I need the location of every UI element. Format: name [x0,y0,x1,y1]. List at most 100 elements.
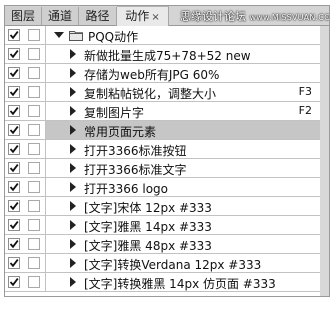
checkmark-icon [9,221,19,230]
action-main[interactable]: 常用页面元素 [45,121,321,139]
checkmark-icon [9,278,19,287]
toggle-item-checkbox[interactable] [8,162,20,174]
checkmark-icon [9,69,19,78]
checkmark-icon [9,107,19,116]
expand-triangle-icon[interactable] [70,49,76,59]
action-main[interactable]: 复制粘帖锐化，调整大小 F3 [45,83,321,101]
action-row[interactable]: 常用页面元素 [5,121,321,140]
action-row[interactable]: 存储为web所有JPG 60% [5,64,321,83]
toggle-item-checkbox[interactable] [8,257,20,269]
checkmark-icon [9,164,19,173]
toggle-dialog-checkbox[interactable] [28,257,40,269]
action-main[interactable]: 打开3366标准文字 [45,159,321,177]
checkmark-icon [9,50,19,59]
watermark-text: 思缘设计论坛 [180,10,246,23]
toggle-item-checkbox[interactable] [8,124,20,136]
watermark: 思缘设计论坛 www.MISSVUAN.COM [180,8,330,24]
action-row[interactable]: [文字]雅黑 14px #333 [5,216,321,235]
toggle-dialog-checkbox[interactable] [28,48,40,60]
action-main[interactable]: 打开3366标准按钮 [45,140,321,158]
action-label: [文字]转换Verdana 12px #333 [84,258,262,272]
toggle-item-checkbox[interactable] [8,181,20,193]
checkmark-icon [9,259,19,268]
action-main[interactable]: 新做批量生成75+78+52 new [45,45,321,63]
toggle-item-checkbox[interactable] [8,143,20,155]
toggle-dialog-checkbox[interactable] [28,162,40,174]
toggle-dialog-checkbox[interactable] [28,86,40,98]
action-row[interactable]: [文字]转换雅黑 14px 仿页面 #333 [5,273,321,292]
toggle-item-checkbox[interactable] [8,238,20,250]
action-set-main[interactable]: PQQ动作 [45,26,321,44]
tab-actions[interactable]: 动作 × [117,6,169,26]
toggle-dialog-checkbox[interactable] [28,238,40,250]
toggle-dialog-checkbox[interactable] [28,276,40,288]
action-label: 复制图片字 [84,106,145,120]
expand-triangle-icon[interactable] [70,201,76,211]
expand-triangle-icon[interactable] [70,106,76,116]
expand-triangle-icon[interactable] [70,68,76,78]
action-set-name: PQQ动作 [88,30,139,44]
tab-paths[interactable]: 路径 [79,7,117,25]
action-main[interactable]: 存储为web所有JPG 60% [45,64,321,82]
action-label: [文字]雅黑 48px #333 [84,239,212,253]
action-main[interactable]: [文字]宋体 12px #333 [45,197,321,215]
toggle-dialog-checkbox[interactable] [28,181,40,193]
action-row[interactable]: [文字]雅黑 48px #333 [5,235,321,254]
action-row[interactable]: [文字]宋体 12px #333 [5,197,321,216]
checkmark-icon [9,126,19,135]
toggle-dialog-checkbox[interactable] [28,29,40,41]
action-row[interactable]: 新做批量生成75+78+52 new [5,45,321,64]
action-row[interactable]: 打开3366标准文字 [5,159,321,178]
action-label: 存储为web所有JPG 60% [84,68,220,82]
expand-triangle-icon[interactable] [70,239,76,249]
toggle-dialog-checkbox[interactable] [28,143,40,155]
toggle-dialog-checkbox[interactable] [28,67,40,79]
action-main[interactable]: [文字]雅黑 14px #333 [45,216,321,234]
action-main[interactable]: [文字]转换雅黑 14px 仿页面 #333 [45,273,321,291]
action-row[interactable]: 打开3366 logo [5,178,321,197]
toggle-item-checkbox[interactable] [8,48,20,60]
vertical-scrollbar[interactable] [320,26,329,296]
toggle-item-checkbox[interactable] [8,276,20,288]
tab-label: 图层 [10,9,35,23]
expand-triangle-icon[interactable] [70,220,76,230]
toggle-item-checkbox[interactable] [8,86,20,98]
panel-tab-bar: 图层 通道 路径 动作 × 思缘设计论坛 www.MISSVUAN.COM [5,6,329,26]
action-label: 常用页面元素 [84,125,157,139]
action-row[interactable]: 打开3366标准按钮 [5,140,321,159]
action-main[interactable]: [文字]转换Verdana 12px #333 [45,254,321,272]
expand-triangle-icon[interactable] [54,32,64,38]
toggle-item-checkbox[interactable] [8,200,20,212]
action-row[interactable]: 复制图片字 F2 [5,102,321,121]
checkmark-icon [9,88,19,97]
expand-triangle-icon[interactable] [70,144,76,154]
action-label: [文字]宋体 12px #333 [84,201,212,215]
watermark-url: www.MISSVUAN.COM [249,13,330,22]
toggle-dialog-checkbox[interactable] [28,219,40,231]
toggle-item-checkbox[interactable] [8,219,20,231]
action-set-row[interactable]: PQQ动作 [5,26,321,45]
expand-triangle-icon[interactable] [70,182,76,192]
expand-triangle-icon[interactable] [70,277,76,287]
action-main[interactable]: [文字]雅黑 48px #333 [45,235,321,253]
tab-channels[interactable]: 通道 [42,7,79,25]
expand-triangle-icon[interactable] [70,125,76,135]
action-main[interactable]: 打开3366 logo [45,178,321,196]
toggle-item-checkbox[interactable] [8,105,20,117]
action-main[interactable]: 复制图片字 F2 [45,102,321,120]
toggle-dialog-checkbox[interactable] [28,105,40,117]
expand-triangle-icon[interactable] [70,163,76,173]
expand-triangle-icon[interactable] [70,258,76,268]
expand-triangle-icon[interactable] [70,87,76,97]
folder-icon [69,31,83,41]
toggle-dialog-checkbox[interactable] [28,200,40,212]
action-row[interactable]: [文字]转换Verdana 12px #333 [5,254,321,273]
toggle-item-checkbox[interactable] [8,67,20,79]
action-label: [文字]雅黑 14px #333 [84,220,212,234]
action-label: 打开3366 logo [84,182,168,196]
tab-layers[interactable]: 图层 [5,7,42,25]
toggle-dialog-checkbox[interactable] [28,124,40,136]
action-row[interactable]: 复制粘帖锐化，调整大小 F3 [5,83,321,102]
toggle-item-checkbox[interactable] [8,29,20,41]
tab-close-icon[interactable]: × [151,12,159,23]
